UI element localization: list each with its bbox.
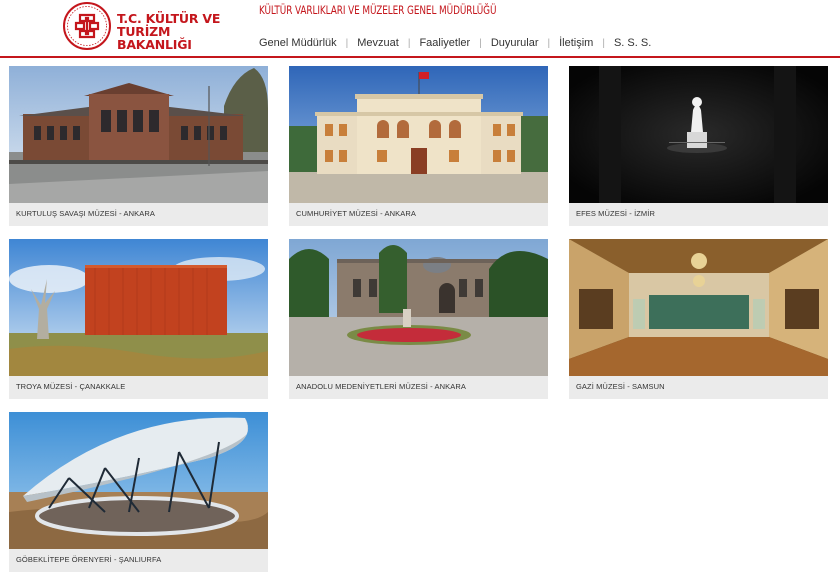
museum-caption[interactable]: EFES MÜZESİ - İZMİR — [576, 209, 655, 218]
museum-caption[interactable]: TROYA MÜZESİ - ÇANAKKALE — [16, 382, 125, 391]
ministry-name-line2: BAKANLIĞI — [117, 37, 192, 52]
museum-card-kurtulus[interactable]: KURTULUŞ SAVAŞI MÜZESİ - ANKARA — [9, 66, 268, 226]
museum-caption[interactable]: GAZİ MÜZESİ - SAMSUN — [576, 382, 665, 391]
nav-iletisim[interactable]: İletişim — [559, 37, 593, 49]
museum-photo[interactable] — [569, 66, 828, 203]
museum-card-gobeklitepe[interactable]: GÖBEKLİTEPE ÖRENYERİ - ŞANLIURFA — [9, 412, 268, 572]
header-divider — [0, 56, 840, 58]
museum-caption[interactable]: KURTULUŞ SAVAŞI MÜZESİ - ANKARA — [16, 209, 155, 218]
nav-genel-mudurluk[interactable]: Genel Müdürlük — [259, 37, 337, 49]
ministry-emblem-icon — [63, 2, 111, 50]
museum-card-troya[interactable]: TROYA MÜZESİ - ÇANAKKALE — [9, 239, 268, 399]
museum-photo[interactable] — [9, 412, 268, 549]
nav-duyurular[interactable]: Duyurular — [491, 37, 539, 49]
museum-caption[interactable]: CUMHURİYET MÜZESİ - ANKARA — [296, 209, 416, 218]
museum-caption[interactable]: GÖBEKLİTEPE ÖRENYERİ - ŞANLIURFA — [16, 555, 161, 564]
museum-photo[interactable] — [289, 66, 548, 203]
museum-card-efes[interactable]: EFES MÜZESİ - İZMİR — [569, 66, 828, 226]
nav-separator: | — [547, 37, 551, 49]
main-nav: Genel Müdürlük | Mevzuat | Faaliyetler |… — [259, 37, 651, 49]
museum-photo[interactable] — [9, 239, 268, 376]
museum-card-gazi[interactable]: GAZİ MÜZESİ - SAMSUN — [569, 239, 828, 399]
site-header: T.C. KÜLTÜR VE TURİZM BAKANLIĞI KÜLTÜR V… — [0, 0, 840, 58]
nav-mevzuat[interactable]: Mevzuat — [357, 37, 399, 49]
nav-separator: | — [602, 37, 605, 49]
ministry-name-line1: T.C. KÜLTÜR VE TURİZM — [117, 11, 221, 39]
museum-photo[interactable] — [289, 239, 548, 376]
nav-separator: | — [345, 37, 349, 49]
ministry-logo-link[interactable]: T.C. KÜLTÜR VE TURİZM BAKANLIĞI — [62, 1, 240, 51]
museum-card-anadolu[interactable]: ANADOLU MEDENİYETLERİ MÜZESİ - ANKARA — [289, 239, 548, 399]
ministry-name: T.C. KÜLTÜR VE TURİZM BAKANLIĞI — [117, 12, 240, 51]
department-title: KÜLTÜR VARLIKLARI VE MÜZELER GENEL MÜDÜR… — [259, 3, 497, 17]
nav-faaliyetler[interactable]: Faaliyetler — [419, 37, 470, 49]
museum-caption[interactable]: ANADOLU MEDENİYETLERİ MÜZESİ - ANKARA — [296, 382, 466, 391]
nav-separator: | — [479, 37, 482, 49]
nav-sss[interactable]: S. S. S. — [614, 37, 651, 49]
museum-card-cumhuriyet[interactable]: CUMHURİYET MÜZESİ - ANKARA — [289, 66, 548, 226]
museum-photo[interactable] — [9, 66, 268, 203]
museum-photo[interactable] — [569, 239, 828, 376]
nav-separator: | — [407, 37, 411, 49]
